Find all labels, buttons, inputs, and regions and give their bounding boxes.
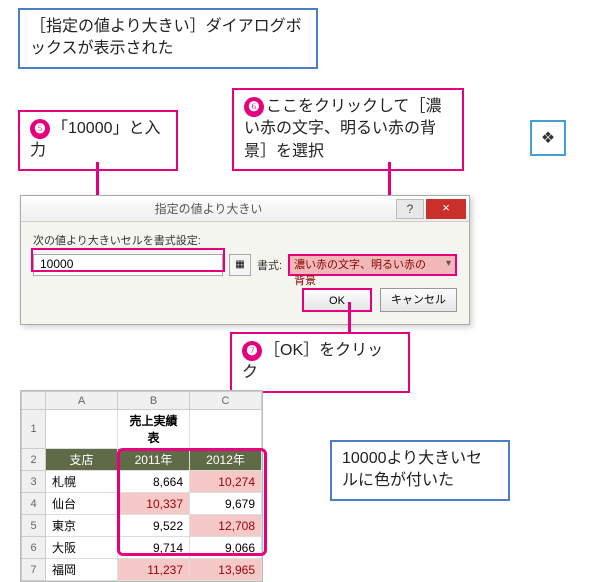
arrow-step7: [348, 302, 351, 332]
cell-A5[interactable]: 東京: [46, 515, 118, 537]
col-B[interactable]: B: [118, 392, 190, 410]
cell-C4[interactable]: 9,679: [190, 493, 262, 515]
row-7[interactable]: 7: [22, 559, 46, 581]
dropdown-button[interactable]: ❖: [530, 120, 566, 156]
cell-B4[interactable]: 10,337: [118, 493, 190, 515]
cell-A1[interactable]: [46, 410, 118, 449]
row-1[interactable]: 1: [22, 410, 46, 449]
cell-C1[interactable]: [190, 410, 262, 449]
cell-A3[interactable]: 札幌: [46, 471, 118, 493]
callout-result: 10000より大きいセルに色が付いた: [330, 440, 510, 501]
greater-than-dialog: 指定の値より大きい ? × 次の値より大きいセルを書式設定: 10000 ▦ 書…: [20, 195, 470, 325]
col-C[interactable]: C: [190, 392, 262, 410]
format-label: 書式:: [257, 257, 282, 273]
cell-C3[interactable]: 10,274: [190, 471, 262, 493]
cancel-button[interactable]: キャンセル: [380, 288, 457, 312]
cell-A7[interactable]: 福岡: [46, 559, 118, 581]
cell-B3[interactable]: 8,664: [118, 471, 190, 493]
dialog-instruction-label: 次の値より大きいセルを書式設定:: [33, 232, 457, 248]
ok-button[interactable]: OK: [302, 288, 372, 312]
range-picker-icon[interactable]: ▦: [229, 254, 251, 276]
cell-C7[interactable]: 13,965: [190, 559, 262, 581]
corner-cell: [22, 392, 46, 410]
cell-A6[interactable]: 大阪: [46, 537, 118, 559]
cell-C5[interactable]: 12,708: [190, 515, 262, 537]
dialog-title: 指定の値より大きい: [21, 200, 396, 217]
spreadsheet: A B C 1 売上実績表 2 支店 2011年 2012年 3 札幌 8,66…: [20, 390, 263, 582]
cell-C2[interactable]: 2012年: [190, 449, 262, 471]
callout-dialog-shown: ［指定の値より大きい］ダイアログボックスが表示された: [18, 8, 318, 69]
cell-B6[interactable]: 9,714: [118, 537, 190, 559]
row-4[interactable]: 4: [22, 493, 46, 515]
cell-B1-title[interactable]: 売上実績表: [118, 410, 190, 449]
step-7-number: ❼: [242, 341, 262, 361]
chevron-down-icon: ❖: [541, 128, 555, 148]
cell-A2[interactable]: 支店: [46, 449, 118, 471]
step-6-box: ❻ここをクリックして［濃い赤の文字、明るい赤の背景］を選択: [232, 88, 464, 171]
step-5-number: ❺: [30, 119, 50, 139]
cell-A4[interactable]: 仙台: [46, 493, 118, 515]
row-5[interactable]: 5: [22, 515, 46, 537]
dialog-close-button[interactable]: ×: [426, 199, 466, 219]
dialog-help-button[interactable]: ?: [396, 199, 424, 219]
row-2[interactable]: 2: [22, 449, 46, 471]
step-6-number: ❻: [244, 97, 264, 117]
cell-B5[interactable]: 9,522: [118, 515, 190, 537]
col-A[interactable]: A: [46, 392, 118, 410]
dialog-body: 次の値より大きいセルを書式設定: 10000 ▦ 書式: 濃い赤の文字、明るい赤…: [21, 222, 469, 324]
row-6[interactable]: 6: [22, 537, 46, 559]
dialog-titlebar: 指定の値より大きい ? ×: [21, 196, 469, 222]
format-select[interactable]: 濃い赤の文字、明るい赤の背景: [288, 254, 457, 276]
threshold-input[interactable]: 10000: [33, 254, 223, 276]
step-7-text: ［OK］をクリック: [242, 342, 383, 381]
cell-C6[interactable]: 9,066: [190, 537, 262, 559]
row-3[interactable]: 3: [22, 471, 46, 493]
step-7-box: ❼［OK］をクリック: [230, 332, 410, 393]
step-6-text: ここをクリックして［濃い赤の文字、明るい赤の背景］を選択: [244, 98, 442, 160]
cell-B2[interactable]: 2011年: [118, 449, 190, 471]
cell-B7[interactable]: 11,237: [118, 559, 190, 581]
